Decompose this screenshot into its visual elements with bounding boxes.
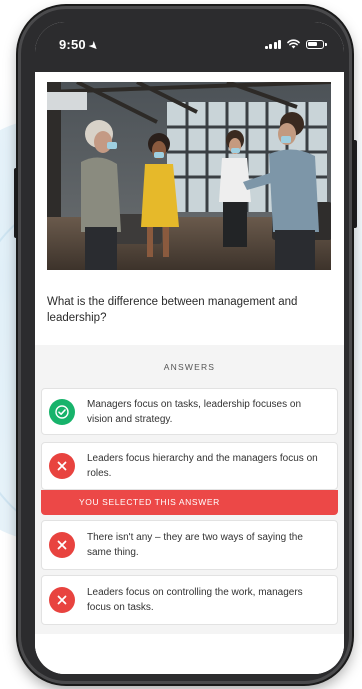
answer-option-3[interactable]: There isn't any – they are two ways of s… [41, 520, 338, 570]
answer-option-1[interactable]: Managers focus on tasks, leadership focu… [41, 388, 338, 435]
wifi-icon [287, 39, 300, 49]
battery-icon [306, 40, 327, 49]
hero-photo [47, 82, 331, 270]
office-meeting-photo [47, 82, 331, 270]
answer-text: There isn't any – they are two ways of s… [87, 532, 303, 558]
check-icon [49, 398, 75, 425]
status-time-text: 9:50 [59, 37, 86, 52]
selected-answer-banner: YOU SELECTED THIS ANSWER [41, 490, 338, 515]
answer-text: Managers focus on tasks, leadership focu… [87, 398, 302, 425]
screen-bottom [35, 634, 344, 674]
status-bar: 9:50➤ [35, 22, 344, 72]
phone-screen: 9:50➤ What is the difference between man… [35, 22, 344, 674]
question-text: What is the difference between managemen… [47, 296, 298, 324]
answers-heading: ANSWERS [163, 362, 216, 372]
answer-text: Leaders focus hierarchy and the managers… [87, 453, 318, 479]
location-arrow-icon: ➤ [86, 39, 101, 54]
status-time: 9:50➤ [59, 37, 101, 54]
signal-icon [264, 39, 281, 49]
answer-option-2[interactable]: Leaders focus hierarchy and the managers… [41, 442, 338, 490]
status-icons [264, 39, 327, 49]
x-icon [49, 453, 75, 479]
answer-option-4[interactable]: Leaders focus on controlling the work, m… [41, 575, 338, 625]
x-icon [49, 532, 75, 558]
answer-text: Leaders focus on controlling the work, m… [87, 587, 303, 613]
x-icon [49, 587, 75, 613]
phone-power-button [352, 140, 357, 228]
